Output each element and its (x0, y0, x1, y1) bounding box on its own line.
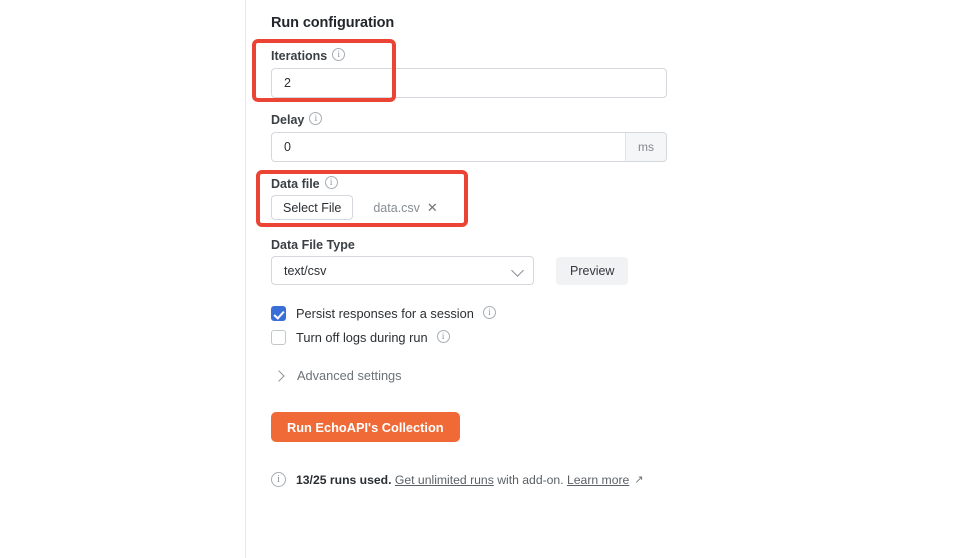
chevron-right-icon (273, 369, 285, 382)
turn-off-logs-checkbox[interactable] (271, 330, 286, 345)
iterations-input-wrapper[interactable] (271, 68, 667, 98)
select-file-button[interactable]: Select File (271, 195, 354, 220)
runs-usage-info-icon[interactable] (271, 472, 286, 487)
delay-unit-suffix: ms (625, 133, 666, 161)
advanced-settings-label: Advanced settings (297, 368, 402, 383)
external-link-arrow-icon: ↗ (634, 474, 644, 486)
data-file-label: Data file (271, 176, 320, 191)
data-file-type-select[interactable]: text/csv (271, 256, 534, 285)
turn-off-logs-label: Turn off logs during run (296, 330, 428, 345)
data-file-type-label-group: Data File Type (271, 236, 355, 254)
data-file-type-row: text/csv Preview (271, 256, 629, 285)
option-turn-off-logs[interactable]: Turn off logs during run (271, 330, 450, 345)
persist-responses-label: Persist responses for a session (296, 306, 474, 321)
runs-usage-count: 13/25 runs used. (296, 472, 392, 487)
persist-responses-checkbox[interactable] (271, 306, 286, 321)
footer-middle-text: with add-on. (493, 472, 567, 487)
data-file-info-icon[interactable] (324, 176, 338, 190)
iterations-input[interactable] (272, 69, 666, 97)
chevron-down-icon (511, 263, 524, 277)
advanced-settings-toggle[interactable]: Advanced settings (273, 368, 402, 383)
data-file-type-label: Data File Type (271, 237, 355, 252)
run-configuration-panel: Run configuration Iterations Delay ms Da… (247, 0, 967, 558)
left-empty-pane (0, 0, 246, 558)
preview-button[interactable]: Preview (556, 256, 629, 285)
learn-more-link[interactable]: Learn more (567, 473, 629, 487)
data-file-row: Select File data.csv ✕ (271, 195, 438, 220)
turn-off-logs-info-icon[interactable] (436, 330, 450, 343)
remove-file-icon[interactable]: ✕ (427, 201, 438, 214)
delay-input-wrapper[interactable]: ms (271, 132, 667, 162)
iterations-label-group: Iterations (271, 47, 346, 65)
data-file-name: data.csv (373, 200, 420, 215)
iterations-label: Iterations (271, 48, 328, 63)
delay-label: Delay (271, 112, 305, 127)
delay-label-group: Delay (271, 111, 323, 129)
option-persist-responses[interactable]: Persist responses for a session (271, 306, 496, 321)
delay-info-icon[interactable] (309, 112, 323, 126)
delay-input[interactable] (272, 133, 625, 161)
get-unlimited-runs-link[interactable]: Get unlimited runs (395, 473, 494, 487)
data-file-label-group: Data file (271, 175, 338, 193)
iterations-info-icon[interactable] (332, 48, 346, 62)
data-file-type-value: text/csv (284, 263, 327, 278)
runs-usage-bar: 13/25 runs used. Get unlimited runs with… (271, 472, 644, 487)
run-collection-button[interactable]: Run EchoAPI's Collection (271, 412, 460, 442)
page-title: Run configuration (271, 15, 395, 31)
persist-responses-info-icon[interactable] (482, 306, 496, 319)
